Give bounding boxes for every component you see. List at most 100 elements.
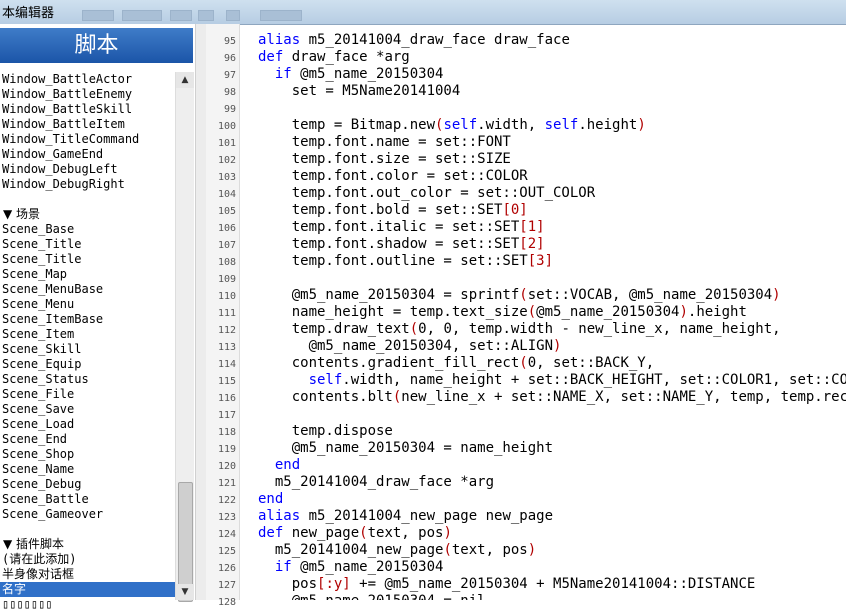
scroll-down-icon[interactable]: ▼ [176,584,194,600]
line-number-gutter: 95 96 97 98 99 100 101 102 103 104 105 106 107 108 109… [206,24,240,608]
code-line[interactable]: def new_page(text, pos) [258,525,452,541]
script-item[interactable]: Scene_Base [0,222,175,237]
code-line[interactable]: m5_20141004_draw_face *arg [258,474,494,490]
line-number: 115 [217,376,236,387]
code-line[interactable]: temp.font.outline = set::SET[3] [258,253,553,269]
script-item[interactable]: Scene_Load [0,417,175,432]
line-number: 117 [217,410,236,421]
code-line[interactable]: @m5_name_20150304 = name_height [258,440,553,456]
script-item[interactable]: Scene_Menu [0,297,175,312]
line-number: 118 [217,427,236,438]
menu-item-5[interactable] [226,10,240,21]
code-line[interactable]: temp.font.name = set::FONT [258,134,511,150]
code-line[interactable]: pos[:y] += @m5_name_20150304 + M5Name201… [258,576,756,592]
script-item[interactable]: Window_DebugLeft [0,162,175,177]
line-number: 119 [217,444,236,455]
code-line[interactable]: temp.draw_text(0, 0, temp.width - new_li… [258,321,781,337]
code-line[interactable]: temp.dispose [258,423,393,439]
script-item[interactable]: Window_DebugRight [0,177,175,192]
code-line[interactable]: temp.font.out_color = set::OUT_COLOR [258,185,595,201]
script-item[interactable]: Scene_Title [0,237,175,252]
code-line[interactable]: name_height = temp.text_size(@m5_name_20… [258,304,747,320]
line-number: 128 [217,597,236,608]
script-item[interactable]: Window_GameEnd [0,147,175,162]
script-item[interactable]: Window_BattleActor [0,72,175,87]
script-list-scrollbar[interactable]: ▲ ▼ [175,72,194,602]
line-number: 114 [217,359,236,370]
script-item-selected[interactable]: 名字 [0,582,175,597]
code-line[interactable]: @m5_name_20150304 = sprintf(set::VOCAB, … [258,287,781,303]
line-number: 120 [217,461,236,472]
script-item[interactable]: Scene_Debug [0,477,175,492]
menu-item-4[interactable] [198,10,214,21]
code-line[interactable]: set = M5Name20141004 [258,83,461,99]
code-editor[interactable]: alias m5_20141004_draw_face draw_face def… [258,24,846,600]
line-number: 112 [217,325,236,336]
code-line[interactable]: @m5_name_20150304 = nil [258,593,486,600]
code-line[interactable]: if @m5_name_20150304 [258,66,444,82]
code-line[interactable]: temp = Bitmap.new(self.width, self.heigh… [258,117,646,133]
script-item[interactable]: Scene_MenuBase [0,282,175,297]
menu-item-2[interactable] [122,10,162,21]
code-line[interactable]: m5_20141004_new_page(text, pos) [258,542,536,558]
code-line[interactable]: def draw_face *arg [258,49,410,65]
script-item[interactable]: Scene_Item [0,327,175,342]
script-list[interactable]: Window_BattleActor Window_BattleEnemy Wind… [0,72,175,611]
menu-item-3[interactable] [170,10,192,21]
code-line[interactable]: temp.font.italic = set::SET[1] [258,219,545,235]
category-header[interactable]: ▼ 场景 [0,207,175,222]
scroll-up-icon[interactable]: ▲ [176,72,194,88]
script-item[interactable]: (请在此添加) [0,552,175,567]
script-item[interactable]: Scene_End [0,432,175,447]
line-number: 116 [217,393,236,404]
code-line[interactable]: temp.font.size = set::SIZE [258,151,511,167]
code-line[interactable]: contents.gradient_fill_rect(0, set::BACK… [258,355,654,371]
code-line[interactable]: temp.font.bold = set::SET[0] [258,202,528,218]
line-number: 100 [217,121,236,132]
menu-item-6[interactable] [260,10,302,21]
code-line[interactable]: end [258,491,283,507]
code-line[interactable]: contents.blt(new_line_x + set::NAME_X, s… [258,389,846,405]
script-item[interactable]: Window_BattleEnemy [0,87,175,102]
script-item[interactable]: Scene_Gameover [0,507,175,522]
script-item[interactable]: Window_TitleCommand [0,132,175,147]
script-item[interactable]: 半身像对话框 [0,567,175,582]
title-bar: 本编辑器 [0,0,846,25]
code-line[interactable]: if @m5_name_20150304 [258,559,444,575]
script-item[interactable]: Window_BattleSkill [0,102,175,117]
line-number: 113 [217,342,236,353]
line-number: 107 [217,240,236,251]
line-number: 104 [217,189,236,200]
script-item[interactable]: Scene_Battle [0,492,175,507]
code-line[interactable]: alias m5_20141004_draw_face draw_face [258,32,570,48]
category-header[interactable]: ▼ 插件脚本 [0,537,175,552]
code-line[interactable]: alias m5_20141004_new_page new_page [258,508,553,524]
script-item[interactable]: Scene_Status [0,372,175,387]
script-item[interactable]: Scene_Map [0,267,175,282]
line-number: 126 [217,563,236,574]
line-number: 105 [217,206,236,217]
script-item[interactable]: Scene_Equip [0,357,175,372]
code-line[interactable]: temp.font.shadow = set::SET[2] [258,236,545,252]
code-line[interactable]: temp.font.color = set::COLOR [258,168,528,184]
line-number: 108 [217,257,236,268]
code-line[interactable]: end [258,457,300,473]
code-line[interactable]: self.width, name_height + set::BACK_HEIG… [258,372,846,388]
script-item[interactable]: Scene_Title [0,252,175,267]
script-item[interactable]: Scene_Skill [0,342,175,357]
line-number: 95 [223,36,236,47]
line-number: 98 [223,87,236,98]
line-number: 96 [223,53,236,64]
script-item[interactable]: Scene_Name [0,462,175,477]
script-item[interactable]: Window_BattleItem [0,117,175,132]
script-item[interactable]: Scene_File [0,387,175,402]
script-item[interactable]: Scene_ItemBase [0,312,175,327]
script-item[interactable]: Scene_Save [0,402,175,417]
code-line[interactable]: @m5_name_20150304, set::ALIGN) [258,338,562,354]
script-item[interactable]: Scene_Shop [0,447,175,462]
menu-item-1[interactable] [82,10,114,21]
window-title: 本编辑器 [2,6,55,21]
script-item[interactable]: ▯▯▯▯▯▯▯ [0,597,175,612]
